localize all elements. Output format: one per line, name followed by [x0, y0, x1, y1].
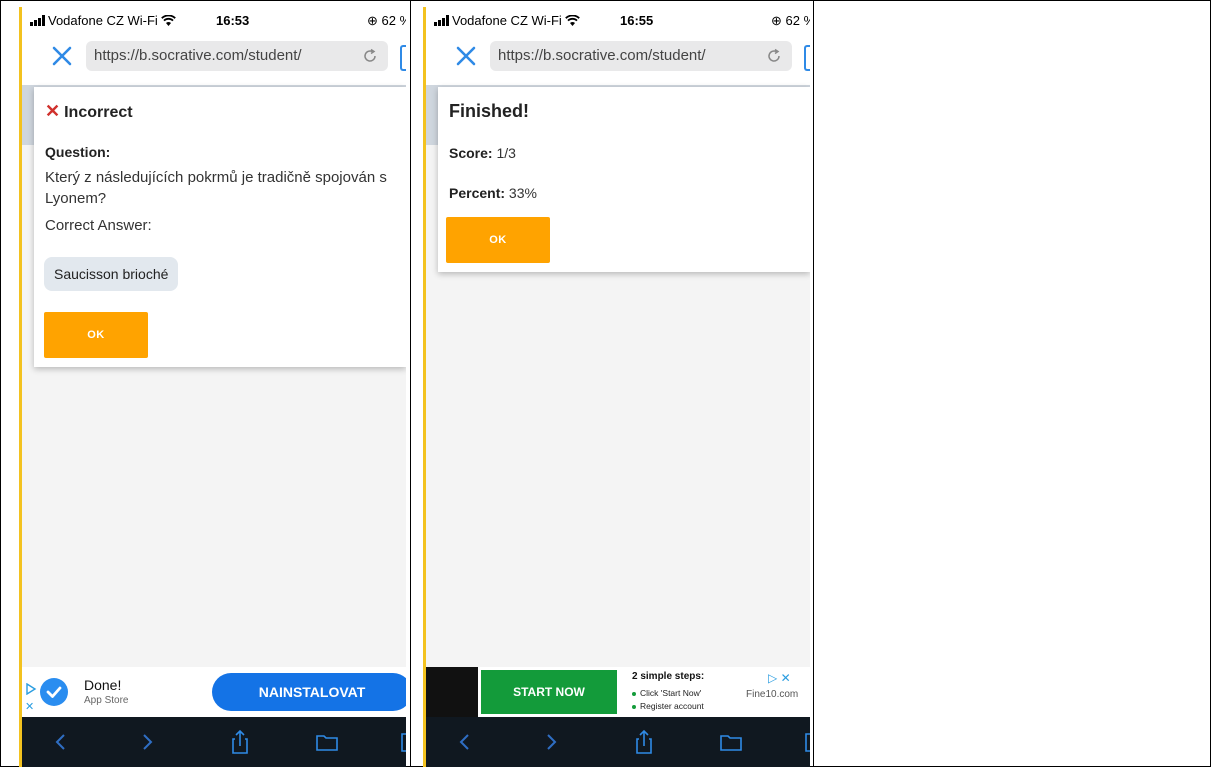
url-text: https://b.socrative.com/student/: [94, 47, 302, 64]
check-icon: [40, 678, 68, 706]
tabs-icon[interactable]: [396, 729, 406, 755]
ad-banner: START NOW 2 simple steps: Click 'Start N…: [426, 667, 810, 717]
card-title: Finished!: [449, 101, 529, 121]
browser-toolbar: [22, 717, 406, 767]
ad-app-store: App Store: [84, 695, 129, 706]
bullet-icon: [632, 691, 636, 696]
ad-choices-icon[interactable]: [25, 683, 37, 695]
location-icon: ⊕: [367, 13, 378, 28]
browser-url-bar: https://b.socrative.com/student/: [22, 35, 406, 85]
start-now-button[interactable]: START NOW: [481, 670, 617, 714]
ad-banner: ✕ Done! App Store NAINSTALOVAT: [22, 667, 406, 717]
status-time: 16:53: [216, 13, 250, 28]
score-label: Score:: [449, 145, 493, 161]
url-field[interactable]: https://b.socrative.com/student/: [86, 41, 388, 71]
feedback-card: ✕ Incorrect Question: Který z následující…: [34, 87, 406, 367]
close-ad-icon[interactable]: ✕: [25, 700, 34, 713]
ad-content: START NOW 2 simple steps: Click 'Start N…: [478, 667, 810, 717]
ad-brand: Fine10.com: [746, 689, 799, 700]
reload-icon[interactable]: [766, 48, 782, 64]
ad-app-title: Done!: [84, 677, 122, 693]
wifi-icon: [160, 14, 176, 26]
install-button[interactable]: NAINSTALOVAT: [212, 673, 406, 711]
location-icon: ⊕: [771, 13, 782, 28]
ad-step-2: Register account: [632, 701, 704, 711]
browser-toolbar: [426, 717, 810, 767]
question-text: Který z následujících pokrmů je tradičně…: [45, 169, 387, 207]
percent-label: Percent:: [449, 185, 506, 201]
results-card: Finished! Score: 1/3 Percent: 33% OK: [438, 87, 810, 272]
question-label: Question:: [45, 144, 111, 160]
chevron-right-icon[interactable]: [538, 729, 564, 755]
ad-heading: 2 simple steps:: [632, 671, 705, 682]
url-text: https://b.socrative.com/student/: [498, 47, 706, 64]
close-icon[interactable]: [454, 44, 478, 68]
score-value: 1/3: [496, 145, 516, 161]
ad-step-2-text: Register account: [640, 701, 704, 711]
card-title: ✕ Incorrect: [45, 101, 133, 122]
folder-icon[interactable]: [718, 729, 744, 755]
phone-screen-finished: Vodafone CZ Wi-Fi 16:55 ⊕ 62 % https://b…: [426, 7, 810, 767]
share-icon[interactable]: [227, 729, 253, 755]
divider-line: [813, 0, 814, 767]
carrier-label: Vodafone CZ Wi-Fi: [48, 13, 158, 28]
carrier-info: Vodafone CZ Wi-Fi: [434, 13, 580, 28]
chevron-right-icon[interactable]: [134, 729, 160, 755]
browser-url-bar: https://b.socrative.com/student/: [426, 35, 810, 85]
battery-label: 62 %: [381, 13, 406, 28]
card-title-text: Incorrect: [64, 104, 133, 121]
wifi-icon: [564, 14, 580, 26]
ok-button[interactable]: OK: [446, 217, 550, 263]
percent-value: 33%: [508, 185, 537, 201]
battery-level: ⊕ 62 %: [367, 13, 406, 29]
battery-level: ⊕ 62 %: [771, 13, 810, 29]
url-field[interactable]: https://b.socrative.com/student/: [490, 41, 792, 71]
carrier-label: Vodafone CZ Wi-Fi: [452, 13, 562, 28]
percent-row: Percent: 33%: [449, 185, 537, 201]
correct-answer-chip: Saucisson brioché: [44, 257, 179, 291]
ad-step-1: Click 'Start Now': [632, 688, 701, 698]
ok-button[interactable]: OK: [44, 312, 148, 358]
tabs-icon[interactable]: [400, 45, 406, 71]
chevron-left-icon[interactable]: [452, 729, 478, 755]
phone-screen-incorrect: Vodafone CZ Wi-Fi 16:53 ⊕ 62 % https://b…: [22, 7, 406, 767]
tabs-icon[interactable]: [804, 45, 810, 71]
battery-label: 62 %: [785, 13, 810, 28]
status-bar: Vodafone CZ Wi-Fi 16:55 ⊕ 62 %: [426, 7, 810, 35]
score-row: Score: 1/3: [449, 145, 516, 161]
share-icon[interactable]: [631, 729, 657, 755]
tabs-icon[interactable]: [800, 729, 810, 755]
incorrect-x-icon: ✕: [45, 101, 61, 121]
status-bar: Vodafone CZ Wi-Fi 16:53 ⊕ 62 %: [22, 7, 406, 35]
divider-line: [410, 0, 411, 767]
chevron-left-icon[interactable]: [48, 729, 74, 755]
signal-icon: [434, 15, 449, 26]
signal-icon: [30, 15, 45, 26]
correct-answer-label: Correct Answer:: [45, 217, 152, 234]
status-time: 16:55: [620, 13, 654, 28]
reload-icon[interactable]: [362, 48, 378, 64]
ad-choices-icon[interactable]: ▷ ✕: [768, 671, 791, 685]
carrier-info: Vodafone CZ Wi-Fi: [30, 13, 176, 28]
ad-step-1-text: Click 'Start Now': [640, 688, 702, 698]
folder-icon[interactable]: [314, 729, 340, 755]
close-icon[interactable]: [50, 44, 74, 68]
bullet-icon: [632, 704, 636, 709]
